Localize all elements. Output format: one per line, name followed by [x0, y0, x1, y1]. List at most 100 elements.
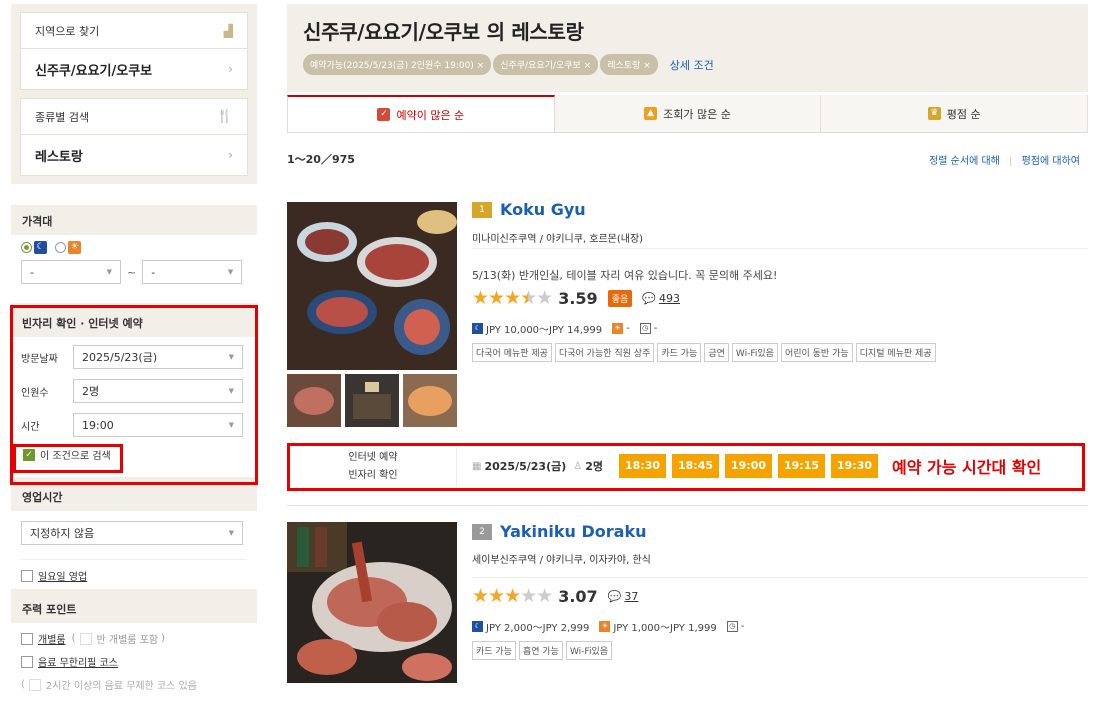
review-count[interactable]: 37	[624, 590, 638, 603]
genre-search-header[interactable]: 종류별 검색 🍴	[21, 99, 247, 135]
area-value: 신주쿠/요요기/오쿠보	[35, 63, 153, 79]
feature-tag: 카드 가능	[657, 343, 702, 362]
hours-select[interactable]: 지정하지 않음 ▼	[21, 521, 243, 545]
tab-label: 평점 순	[946, 107, 981, 121]
price-max-value: -	[151, 265, 156, 279]
private-room-label[interactable]: 개별룸	[38, 631, 66, 646]
price-min-select[interactable]: - ▼	[21, 260, 121, 284]
page-title: 신주쿠/요요기/오쿠보 의 레스토랑	[303, 20, 584, 44]
drink-more-row: ( 2시간 이상의 음료 무제한 코스 있음	[21, 678, 197, 692]
restaurant-name[interactable]: Yakiniku Doraku	[500, 522, 647, 541]
price-row: ☾ JPY 10,000～JPY 14,999 ☀ - ◷ -	[472, 321, 657, 336]
restaurant-main-photo[interactable]	[287, 202, 457, 370]
caret-down-icon: ▼	[106, 268, 112, 276]
caret-down-icon: ▼	[227, 268, 234, 276]
clock-icon: ◷	[639, 323, 651, 334]
drink-label[interactable]: 음료 무한리필 코스	[38, 654, 118, 669]
tab-label: 예약이 많은 순	[396, 108, 465, 122]
hours-heading: 영업시간	[22, 491, 63, 504]
thumbnail-photo[interactable]	[287, 374, 341, 427]
restaurant-main-photo[interactable]	[287, 522, 457, 683]
price-row: ☾ JPY 2,000～JPY 2,999 ☀ JPY 1,000～JPY 1,…	[472, 619, 744, 634]
sun-icon: ☀	[612, 323, 624, 334]
area-card[interactable]: 지역으로 찾기 ▟ 신주쿠/요요기/오쿠보 ›	[20, 12, 248, 90]
sunday-label[interactable]: 일요일 영업	[38, 568, 87, 583]
area-value-row[interactable]: 신주쿠/요요기/오쿠보 ›	[21, 49, 247, 89]
price-heading: 가격대	[22, 215, 53, 228]
drink-row[interactable]: 음료 무한리필 코스	[21, 654, 247, 669]
other-price: -	[740, 621, 745, 632]
semi-private-label: 반 개별룸 포함	[96, 635, 159, 646]
drink-checkbox[interactable]	[21, 655, 33, 668]
tab-most-viewed[interactable]: ▲ 조회가 많은 순	[555, 95, 822, 132]
map-icon: ▟	[223, 23, 233, 38]
sunday-checkbox[interactable]	[21, 569, 33, 582]
genre-value-row[interactable]: 레스토랑 ›	[21, 135, 247, 175]
tab-label: 조회가 많은 순	[663, 107, 731, 121]
feature-tag: 카드 가능	[472, 641, 516, 660]
drink-more-label: 2시간 이상의 음료 무제한 코스 있음	[45, 681, 197, 692]
rank-crown-icon: 2	[472, 523, 492, 540]
price-max-select[interactable]: - ▼	[142, 260, 243, 284]
restaurant-meta: 미나미신주쿠역 / 야키니쿠, 호르몬(내장)	[472, 234, 644, 245]
condition-tags: 예약가능(2025/5/23(금) 2인원수 19:00) × 신주쿠/요요기/…	[303, 54, 1072, 75]
sunday-row[interactable]: 일요일 영업	[21, 559, 247, 583]
private-room-row[interactable]: 개별룸 ( 반 개별룸 포함 )	[21, 631, 247, 646]
feature-tag: 흡연 가능	[518, 641, 563, 660]
rating-row: ★★★★★ 3.07 💬 37	[472, 585, 638, 607]
genre-search-label: 종류별 검색	[35, 110, 90, 124]
chevron-right-icon: ›	[228, 148, 233, 162]
area-search-header[interactable]: 지역으로 찾기 ▟	[21, 13, 247, 49]
detail-conditions-link[interactable]: 상세 조건	[670, 57, 714, 73]
area-search-label: 지역으로 찾기	[35, 24, 100, 38]
rating-badge: 좋음	[607, 289, 633, 307]
lunch-price: -	[626, 323, 630, 334]
semi-private-checkbox[interactable]	[79, 632, 92, 645]
private-room-checkbox[interactable]	[21, 632, 33, 645]
moon-icon: ☾	[34, 241, 47, 254]
other-price: -	[653, 323, 658, 334]
rating-row: ★★★★★ 3.59 좋음 💬 493	[472, 287, 680, 309]
lunch-radio[interactable]	[55, 242, 66, 253]
rating-stars: ★★★★★	[472, 585, 553, 607]
feature-tag: 디지털 메뉴판 제공	[855, 343, 936, 362]
condition-tag-area[interactable]: 신주쿠/요요기/오쿠보 ×	[493, 54, 599, 75]
dinner-radio[interactable]	[21, 242, 32, 253]
feature-tags: 카드 가능 흡연 가능 Wi-Fi있음	[472, 641, 615, 660]
genre-card[interactable]: 종류별 검색 🍴 레스토랑 ›	[20, 98, 248, 176]
tab-most-booked[interactable]: ✓ 예약이 많은 순	[287, 95, 555, 132]
rating-info-link[interactable]: 평점에 대하여	[1022, 156, 1080, 167]
thumbnail-photo[interactable]	[345, 374, 399, 427]
page-header: 신주쿠/요요기/오쿠보 의 레스토랑 예약가능(2025/5/23(금) 2인원…	[287, 4, 1088, 92]
feature-tag: Wi-Fi있음	[565, 641, 613, 660]
feature-tag: Wi-Fi있음	[731, 343, 778, 362]
hours-value: 지정하지 않음	[30, 527, 95, 540]
points-body: 개별룸 ( 반 개별룸 포함 ) 음료 무한리필 코스 ( 2시간 이상의 음료…	[11, 623, 257, 703]
feature-tag: 어린이 동반 가능	[780, 343, 853, 362]
main-content: 신주쿠/요요기/오쿠보 의 레스토랑 예약가능(2025/5/23(금) 2인원…	[287, 4, 1089, 185]
comment-icon: 💬	[642, 291, 656, 305]
results-count: 1～20／975	[287, 153, 355, 166]
highlight-condition-checkbox	[13, 444, 123, 473]
moon-icon: ☾	[472, 621, 483, 632]
sort-info-link[interactable]: 정렬 순서에 대해	[929, 156, 1000, 167]
dinner-price: JPY 2,000～JPY 2,999	[486, 623, 590, 634]
points-heading: 주력 포인트	[22, 603, 77, 616]
restaurant-name[interactable]: Koku Gyu	[500, 200, 586, 219]
caret-down-icon: ▼	[228, 529, 234, 537]
thumbnail-photo[interactable]	[403, 374, 457, 427]
condition-tag-booking[interactable]: 예약가능(2025/5/23(금) 2인원수 19:00) ×	[303, 54, 492, 75]
results-bar: 1～20／975 정렬 순서에 대해 | 평점에 대하여	[287, 153, 1080, 167]
tab-rating[interactable]: ♛ 평점 순	[821, 95, 1089, 132]
review-count[interactable]: 493	[659, 292, 680, 305]
sort-tabs: ✓ 예약이 많은 순 ▲ 조회가 많은 순 ♛ 평점 순	[287, 95, 1089, 133]
genre-value: 레스토랑	[35, 149, 83, 165]
restaurant-meta: 세이부신주쿠역 / 야키니쿠, 이자카야, 한식	[472, 555, 651, 566]
hours-body: 지정하지 않음 ▼ 일요일 영업	[11, 511, 257, 589]
rank-crown-icon: 1	[472, 201, 492, 218]
chevron-right-icon: ›	[228, 62, 233, 76]
comment-icon: 💬	[607, 589, 622, 603]
rating-stars: ★★★★★	[472, 287, 553, 309]
condition-tag-genre[interactable]: 레스토랑 ×	[600, 54, 658, 75]
clock-icon: ◷	[726, 621, 738, 632]
